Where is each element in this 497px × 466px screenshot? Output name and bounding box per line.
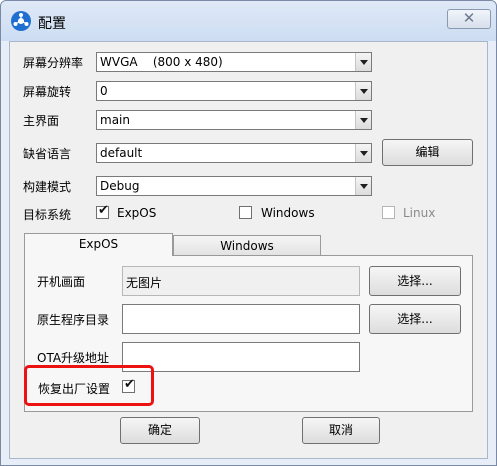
edit-language-button[interactable]: 编辑 xyxy=(382,139,473,166)
target-system-label: 目标系统 xyxy=(23,208,72,222)
build-mode-value: Debug xyxy=(100,179,140,193)
ok-button[interactable]: 确定 xyxy=(120,417,200,444)
app-icon xyxy=(11,11,31,31)
build-mode-select[interactable]: Debug xyxy=(96,176,372,196)
expos-checkbox[interactable]: ✔ xyxy=(96,203,109,219)
config-dialog: 配置 ✕ 屏幕分辨率 WVGA (800 x 480) 屏幕旋转 0 主界面 m… xyxy=(0,0,497,466)
language-value: default xyxy=(100,146,143,160)
title-bar[interactable]: 配置 ✕ xyxy=(1,1,496,41)
dialog-body: 屏幕分辨率 WVGA (800 x 480) 屏幕旋转 0 主界面 main 缺… xyxy=(9,41,488,459)
resolution-label: 屏幕分辨率 xyxy=(23,56,84,70)
check-icon: ✔ xyxy=(98,203,109,218)
main-ui-value: main xyxy=(100,113,130,127)
boot-image-field: 无图片 xyxy=(122,266,360,296)
rotation-select[interactable]: 0 xyxy=(96,81,372,101)
language-label: 缺省语言 xyxy=(23,147,72,161)
linux-checkbox[interactable] xyxy=(382,206,395,219)
close-icon: ✕ xyxy=(462,9,476,27)
boot-image-label: 开机画面 xyxy=(37,275,86,289)
close-button[interactable]: ✕ xyxy=(447,9,491,29)
windows-checkbox[interactable] xyxy=(239,206,252,219)
resolution-value: WVGA (800 x 480) xyxy=(100,55,223,69)
language-select[interactable]: default xyxy=(96,143,372,163)
linux-option-label: Linux xyxy=(403,206,436,220)
choose-native-dir-button[interactable]: 选择... xyxy=(369,304,461,334)
main-ui-label: 主界面 xyxy=(23,114,60,128)
tab-expos[interactable]: ExpOS xyxy=(24,233,173,256)
window-title: 配置 xyxy=(38,16,66,32)
chevron-down-icon[interactable] xyxy=(355,53,371,71)
native-dir-label: 原生程序目录 xyxy=(37,313,110,327)
native-dir-input[interactable] xyxy=(122,304,360,334)
ota-url-input[interactable] xyxy=(122,342,360,372)
chevron-down-icon[interactable] xyxy=(355,111,371,129)
windows-option-label: Windows xyxy=(261,206,315,220)
main-ui-select[interactable]: main xyxy=(96,110,372,130)
build-mode-label: 构建模式 xyxy=(23,180,72,194)
rotation-label: 屏幕旋转 xyxy=(23,85,72,99)
cancel-button[interactable]: 取消 xyxy=(302,417,380,444)
expos-option-label: ExpOS xyxy=(117,206,157,220)
resolution-select[interactable]: WVGA (800 x 480) xyxy=(96,52,372,72)
ota-url-label: OTA升级地址 xyxy=(37,351,110,365)
highlight-box xyxy=(24,365,154,406)
chevron-down-icon[interactable] xyxy=(355,144,371,162)
boot-image-value: 无图片 xyxy=(126,276,163,290)
tab-windows[interactable]: Windows xyxy=(173,235,321,255)
rotation-value: 0 xyxy=(100,84,108,98)
chevron-down-icon[interactable] xyxy=(355,177,371,195)
chevron-down-icon[interactable] xyxy=(355,82,371,100)
choose-boot-image-button[interactable]: 选择... xyxy=(369,266,461,296)
